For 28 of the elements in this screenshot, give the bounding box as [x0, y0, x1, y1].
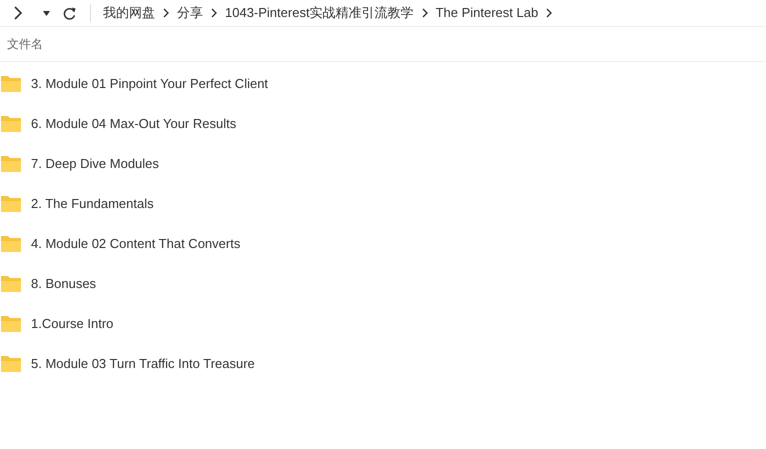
folder-name[interactable]: 2. The Fundamentals: [31, 194, 154, 214]
caret-icon: [42, 10, 50, 16]
folder-icon: [0, 315, 22, 333]
breadcrumb-link[interactable]: 1043-Pinterest实战精准引流教学: [225, 3, 414, 23]
folder-icon: [0, 195, 22, 213]
folder-icon: [0, 155, 22, 173]
column-header[interactable]: 文件名: [7, 35, 43, 53]
refresh-button[interactable]: [62, 6, 76, 20]
folder-name[interactable]: 7. Deep Dive Modules: [31, 154, 159, 174]
folder-icon: [0, 275, 22, 293]
breadcrumb-separator-icon: [211, 8, 217, 18]
folder-icon: [0, 355, 22, 373]
breadcrumb-separator-icon: [163, 8, 169, 18]
folder-name[interactable]: 3. Module 01 Pinpoint Your Perfect Client: [31, 74, 268, 94]
breadcrumb-link[interactable]: The Pinterest Lab: [436, 3, 538, 23]
folder-name[interactable]: 1.Course Intro: [31, 314, 114, 334]
breadcrumb-separator-icon: [546, 8, 552, 18]
breadcrumb-separator-icon: [422, 8, 428, 18]
forward-button[interactable]: [12, 5, 24, 21]
folder-name[interactable]: 4. Module 02 Content That Converts: [31, 234, 240, 254]
breadcrumb-link[interactable]: 分享: [177, 3, 203, 23]
breadcrumb-link[interactable]: 我的网盘: [103, 3, 155, 23]
folder-name[interactable]: 6. Module 04 Max-Out Your Results: [31, 114, 236, 134]
folder-icon: [0, 115, 22, 133]
folder-icon: [0, 75, 22, 93]
folder-name[interactable]: 5. Module 03 Turn Traffic Into Treasure: [31, 354, 255, 374]
folder-icon: [0, 235, 22, 253]
folder-name[interactable]: 8. Bonuses: [31, 274, 96, 294]
